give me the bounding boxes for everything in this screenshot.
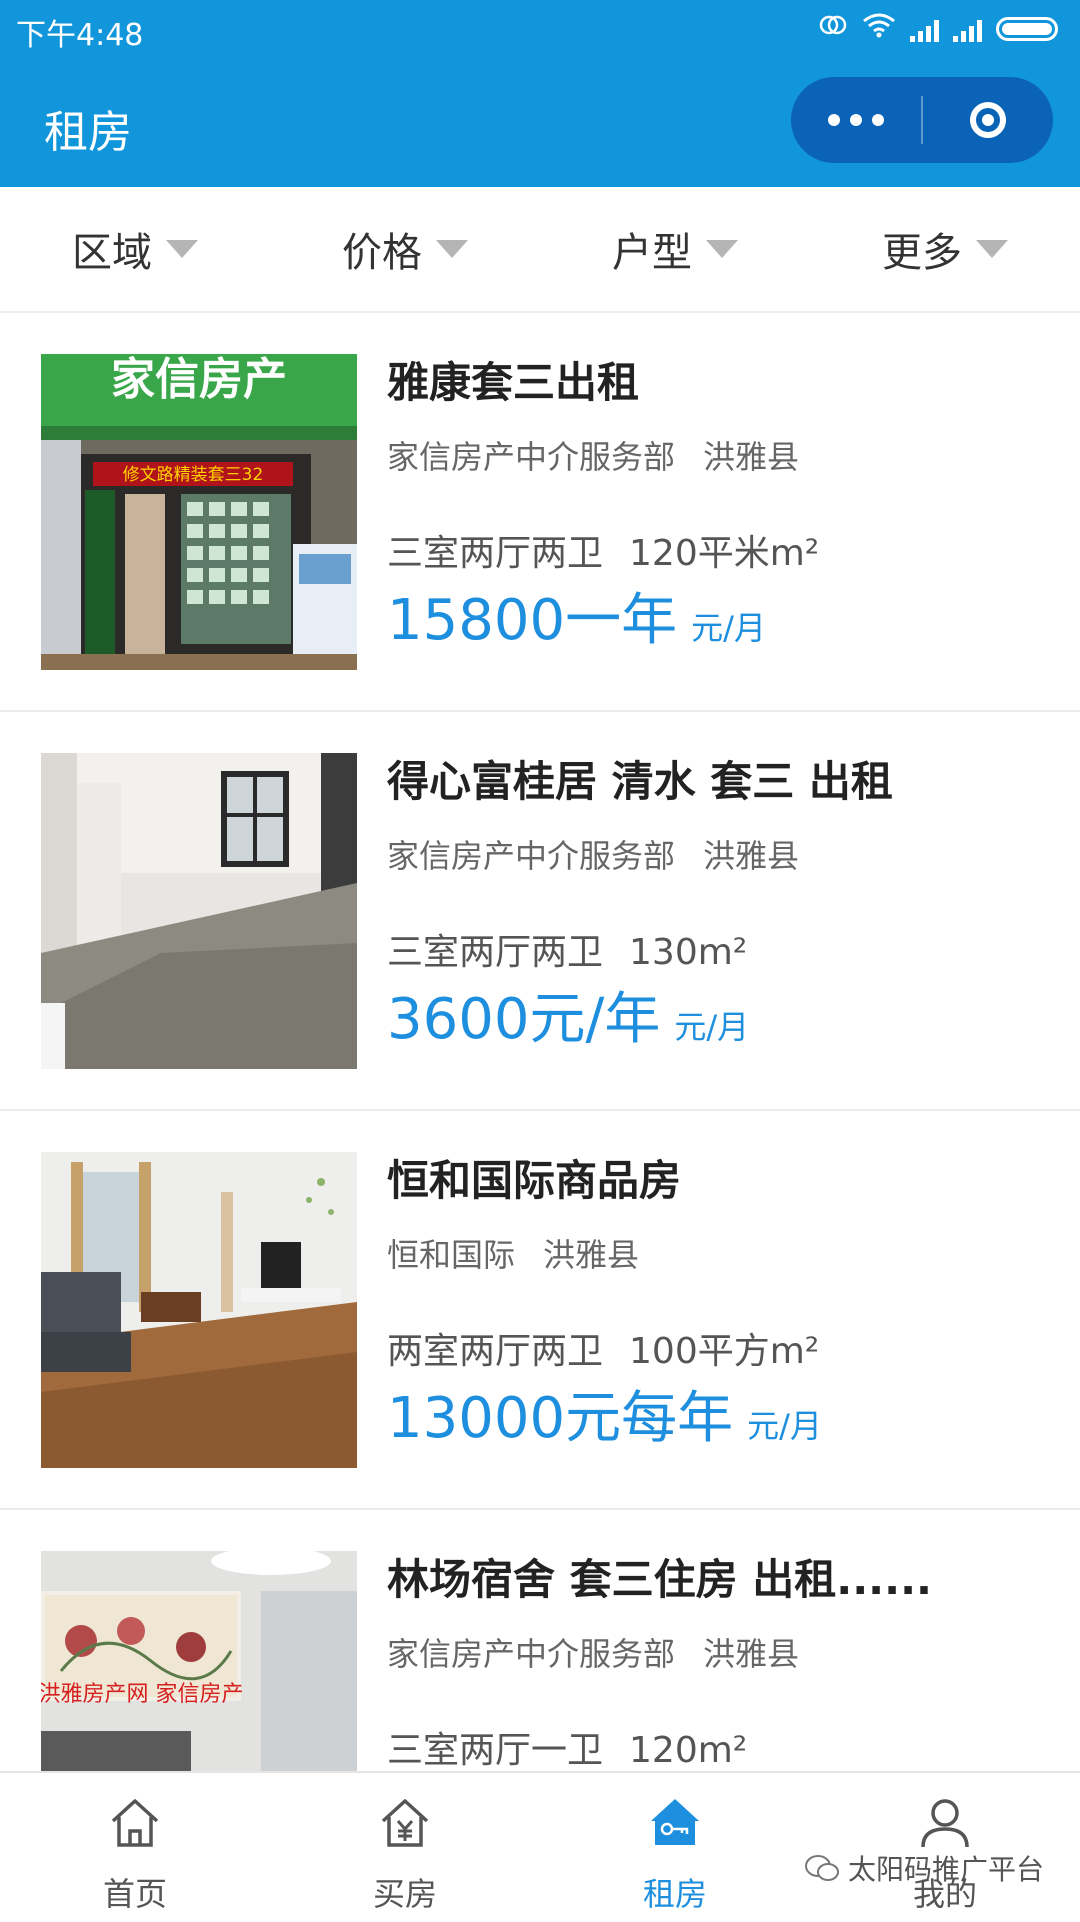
top-bar: 下午4:48 租房 [0, 0, 1080, 187]
agency-name: 家信房产中介服务部 [387, 438, 676, 476]
photo-banner-text: 修文路精装套三32 [123, 465, 264, 485]
dot-icon [872, 114, 884, 126]
listing-spec-row: 三室两厅一卫 120m² [387, 1726, 1050, 1776]
status-icons [818, 12, 1058, 45]
listing-spec-row: 三室两厅两卫 120平米m² [387, 529, 1050, 579]
photo-watermark-text: 洪雅房产网 家信房产 [41, 1682, 244, 1707]
price-unit: 元/月 [747, 1407, 822, 1445]
status-time: 下午4:48 [16, 18, 144, 53]
price-value: 3600元/年 [387, 987, 661, 1052]
agency-name: 家信房产中介服务部 [387, 837, 676, 875]
filter-price[interactable]: 价格 [270, 187, 540, 311]
buy-house-icon [381, 1799, 429, 1847]
filter-bar: 区域 价格 户型 更多 [0, 187, 1080, 313]
wechat-icon [804, 1855, 839, 1881]
filter-label: 户型 [612, 230, 692, 276]
listing-item[interactable]: 家信房产 修文路精装套三32 雅康套三出租 家信房产中介服务部 洪雅县 三室两厅… [0, 313, 1080, 712]
price-unit: 元/月 [691, 609, 766, 647]
battery-icon [996, 16, 1058, 41]
listing-photo: 家信房产 修文路精装套三32 [41, 354, 357, 670]
photo-sign-text: 家信房产 [111, 354, 287, 405]
sync-icon [818, 12, 848, 45]
user-icon [921, 1799, 969, 1848]
county-name: 洪雅县 [703, 837, 800, 875]
floor-area: 130m² [629, 932, 748, 973]
price-unit: 元/月 [674, 1008, 750, 1046]
page-title: 租房 [44, 107, 132, 158]
listing-info: 恒和国际商品房 恒和国际 洪雅县 两室两厅两卫 100平方m² 13000元每年 元/… [387, 1151, 1050, 1466]
rent-house-icon [651, 1799, 699, 1845]
tab-label: 买房 [372, 1875, 437, 1913]
listing-agency-row: 家信房产中介服务部 洪雅县 [387, 1632, 1050, 1676]
target-icon [970, 102, 1006, 138]
miniprogram-capsule [791, 77, 1053, 163]
agency-name: 家信房产中介服务部 [387, 1635, 676, 1673]
caret-down-icon [166, 240, 198, 258]
dot-icon [828, 114, 840, 126]
more-menu-button[interactable] [791, 77, 921, 163]
price-value: 15800一年 [387, 588, 678, 653]
signal-icon-2 [953, 16, 982, 42]
listing-info: 得心富桂居 清水 套三 出租 家信房产中介服务部 洪雅县 三室两厅两卫 130m² … [387, 752, 1050, 1067]
listing-price-row: 3600元/年 元/月 [387, 980, 1050, 1067]
listing-info: 林场宿舍 套三住房 出租...... 家信房产中介服务部 洪雅县 三室两厅一卫 12… [387, 1550, 1050, 1776]
listing-title: 林场宿舍 套三住房 出租...... [387, 1555, 932, 1604]
home-icon [111, 1799, 159, 1847]
floor-area: 120平米m² [629, 533, 820, 574]
room-layout: 三室两厅一卫 [387, 1730, 604, 1771]
filter-label: 更多 [882, 230, 962, 276]
filter-region[interactable]: 区域 [0, 187, 270, 311]
caret-down-icon [436, 240, 468, 258]
floor-area: 120m² [629, 1730, 748, 1771]
filter-label: 价格 [342, 230, 422, 276]
county-name: 洪雅县 [703, 438, 800, 476]
price-value: 13000元每年 [387, 1386, 734, 1451]
caret-down-icon [706, 240, 738, 258]
listing-title: 雅康套三出租 [387, 358, 640, 407]
listing-agency-row: 家信房产中介服务部 洪雅县 [387, 834, 1050, 878]
listing-spec-row: 三室两厅两卫 130m² [387, 928, 1050, 978]
close-miniprogram-button[interactable] [923, 77, 1053, 163]
filter-layout[interactable]: 户型 [540, 187, 810, 311]
listing-info: 雅康套三出租 家信房产中介服务部 洪雅县 三室两厅两卫 120平米m² 15800一… [387, 353, 1050, 668]
wifi-icon [862, 12, 896, 45]
listing-spec-row: 两室两厅两卫 100平方m² [387, 1327, 1050, 1377]
filter-more[interactable]: 更多 [810, 187, 1080, 311]
listing-photo [41, 1152, 357, 1468]
caret-down-icon [976, 240, 1008, 258]
county-name: 洪雅县 [543, 1236, 640, 1274]
agency-name: 恒和国际 [387, 1236, 516, 1274]
listing-list: 家信房产 修文路精装套三32 雅康套三出租 家信房产中介服务部 洪雅县 三室两厅… [0, 313, 1080, 1909]
signal-icon-1 [910, 16, 939, 42]
listing-title: 恒和国际商品房 [387, 1156, 682, 1205]
room-layout: 两室两厅两卫 [387, 1331, 604, 1372]
room-layout: 三室两厅两卫 [387, 932, 604, 973]
floor-area: 100平方m² [629, 1331, 820, 1372]
listing-price-row: 13000元每年 元/月 [387, 1379, 1050, 1466]
tab-label: 首页 [102, 1875, 167, 1913]
tab-home[interactable]: 首页 [0, 1773, 270, 1922]
watermark: 太阳码推广平台 [804, 1848, 1044, 1888]
watermark-text: 太阳码推广平台 [847, 1853, 1044, 1886]
listing-agency-row: 恒和国际 洪雅县 [387, 1233, 1050, 1277]
bottom-tab-bar: 首页 买房 租房 我的 [0, 1771, 1080, 1922]
room-layout: 三室两厅两卫 [387, 533, 604, 574]
listing-title: 得心富桂居 清水 套三 出租 [387, 757, 893, 806]
listing-item[interactable]: 恒和国际商品房 恒和国际 洪雅县 两室两厅两卫 100平方m² 13000元每年 元/… [0, 1111, 1080, 1510]
filter-label: 区域 [72, 230, 152, 276]
tab-buy[interactable]: 买房 [270, 1773, 540, 1922]
listing-item[interactable]: 得心富桂居 清水 套三 出租 家信房产中介服务部 洪雅县 三室两厅两卫 130m² … [0, 712, 1080, 1111]
listing-agency-row: 家信房产中介服务部 洪雅县 [387, 435, 1050, 479]
listing-photo [41, 753, 357, 1069]
listing-price-row: 15800一年 元/月 [387, 581, 1050, 668]
dot-icon [850, 114, 862, 126]
tab-label: 租房 [642, 1875, 707, 1913]
county-name: 洪雅县 [703, 1635, 800, 1673]
tab-rent[interactable]: 租房 [540, 1773, 810, 1922]
